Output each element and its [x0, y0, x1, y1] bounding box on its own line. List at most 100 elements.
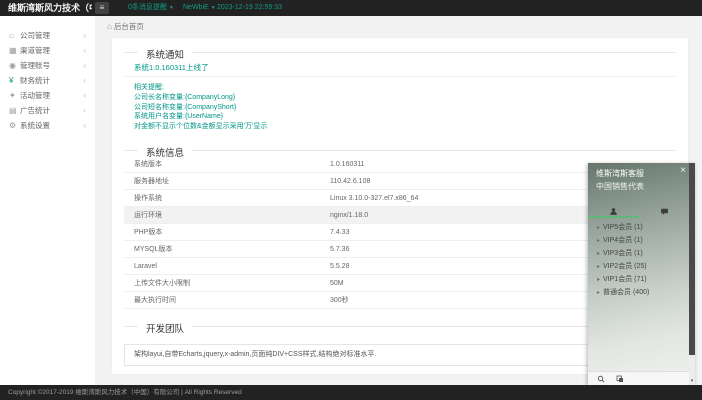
breadcrumb[interactable]: ⌂后台首页 — [107, 21, 144, 32]
active-tab-underline — [588, 216, 639, 218]
sidebar-menu: ⌂公司管理‹ ▦渠道管理‹ ◉管理账号‹ ¥财务统计‹ ✦活动管理‹ ▤广告统计… — [0, 16, 95, 133]
list-item-vip1[interactable]: ▸VIP1会员 (71) — [588, 273, 689, 286]
group-name: VIP2会员 — [603, 263, 632, 270]
row-value: nginx/1.18.0 — [330, 207, 368, 224]
sidebar-item-settings[interactable]: ⚙系统设置 ‹ — [0, 118, 95, 133]
sidebar-item-label: 系统设置 — [20, 121, 50, 130]
tips-title: 相关提醒: — [134, 83, 267, 93]
messages-dropdown[interactable]: 0条消息提醒 ▼ — [128, 0, 174, 16]
skin-icon[interactable] — [616, 375, 624, 383]
sidebar-item-label: 管理账号 — [20, 61, 50, 70]
row-label: 系统版本 — [134, 156, 162, 173]
group-name: VIP5会员 — [603, 224, 632, 231]
group-count: (25) — [634, 263, 646, 270]
expand-arrow-icon: ▸ — [597, 290, 600, 296]
group-count: (400) — [633, 289, 649, 296]
company-icon: ⌂ — [9, 28, 20, 43]
sidebar-item-activity[interactable]: ✦活动管理‹ — [0, 88, 95, 103]
sidebar-item-label: 广告统计 — [20, 106, 50, 115]
caret-down-icon: ▼ — [169, 5, 174, 11]
list-item-normal[interactable]: ▸普通会员 (400) — [588, 286, 689, 299]
chevron-left-icon: ‹ — [83, 28, 86, 43]
expand-arrow-icon: ▸ — [597, 264, 600, 270]
tip-company-long: 公司长名称变量:{CompanyLong} — [134, 93, 267, 103]
messages-label: 0条消息提醒 — [128, 4, 167, 11]
sidebar: ⌂公司管理‹ ▦渠道管理‹ ◉管理账号‹ ¥财务统计‹ ✦活动管理‹ ▤广告统计… — [0, 16, 95, 385]
tip-amount-display: 对金额不显示个位数&金额显示采用'万'显示 — [134, 122, 267, 132]
row-label: PHP版本 — [134, 224, 162, 241]
tip-username-var: 系统用户名变量:{UserName} — [134, 112, 267, 122]
group-count: (1) — [634, 224, 643, 231]
team-note: 架构layui,自带Echarts,jquery,x-admin,页面纯DIV+… — [124, 344, 662, 366]
scroll-down-icon: ▾ — [689, 378, 695, 384]
menu-toggle-button[interactable]: ≡ — [95, 2, 109, 14]
tab-chats[interactable] — [639, 203, 689, 221]
chevron-left-icon: ‹ — [83, 58, 86, 73]
list-item-vip5[interactable]: ▸VIP5会员 (1) — [588, 221, 689, 234]
breadcrumb-label: 后台首页 — [114, 22, 144, 31]
row-value: 1.0.160311 — [330, 156, 365, 173]
group-name: VIP4会员 — [603, 237, 632, 244]
row-label: Laravel — [134, 258, 157, 275]
user-circle-icon: ◉ — [9, 58, 20, 73]
list-item-vip2[interactable]: ▸VIP2会员 (25) — [588, 260, 689, 273]
chevron-left-icon: ‹ — [83, 103, 86, 118]
chat-group-list: ▸VIP5会员 (1) ▸VIP4会员 (1) ▸VIP3会员 (1) ▸VIP… — [588, 221, 689, 299]
expand-arrow-icon: ▸ — [597, 251, 600, 257]
group-count: (1) — [634, 250, 643, 257]
list-item-vip3[interactable]: ▸VIP3会员 (1) — [588, 247, 689, 260]
row-value: 110.42.6.108 — [330, 173, 370, 190]
group-count: (71) — [634, 276, 646, 283]
list-item-vip4[interactable]: ▸VIP4会员 (1) — [588, 234, 689, 247]
chat-tabs — [588, 201, 689, 218]
team-legend: 开发团队 — [138, 321, 192, 335]
footer-bar: Copyright ©2017-2019 维斯湾斯风力技术（中国）有限公司 | … — [0, 385, 702, 400]
chevron-left-icon: ‹ — [83, 118, 86, 133]
row-value: 300秒 — [330, 292, 349, 309]
row-label: 运行环境 — [134, 207, 162, 224]
chevron-left-icon: ‹ — [83, 43, 86, 58]
sidebar-item-label: 公司管理 — [20, 31, 50, 40]
sidebar-item-company[interactable]: ⌂公司管理 ‹ — [0, 28, 95, 43]
row-value: 5.7.36 — [330, 241, 349, 258]
notice-fieldset: 系统通知 — [124, 52, 676, 53]
tab-contacts[interactable] — [588, 203, 638, 221]
expand-arrow-icon: ▸ — [597, 238, 600, 244]
expand-arrow-icon: ▸ — [597, 277, 600, 283]
chat-footer-toolbar — [588, 371, 689, 385]
sidebar-item-label: 活动管理 — [20, 91, 50, 100]
notice-divider — [124, 76, 676, 77]
chat-bubble-icon — [660, 203, 669, 220]
expand-arrow-icon: ▸ — [597, 225, 600, 231]
chevron-left-icon: ‹ — [83, 73, 86, 88]
sidebar-item-label: 财务统计 — [20, 76, 50, 85]
home-icon: ⌂ — [107, 22, 112, 31]
row-value: 5.5.28 — [330, 258, 349, 275]
sidebar-item-accounts[interactable]: ◉管理账号 ‹ — [0, 58, 95, 73]
grid-icon: ▦ — [9, 43, 20, 58]
row-value: Linux 3.10.0-327.el7.x86_64 — [330, 190, 418, 207]
sidebar-item-channel[interactable]: ▦渠道管理 ‹ — [0, 43, 95, 58]
row-label: 操作系统 — [134, 190, 162, 207]
sidebar-item-ads[interactable]: ▤广告统计‹ — [0, 103, 95, 118]
group-name: 普通会员 — [603, 289, 631, 296]
caret-down-icon: ▼ — [211, 5, 216, 11]
row-value: 7.4.33 — [330, 224, 349, 241]
username-label: NeWbiE — [183, 4, 209, 11]
yen-icon: ¥ — [9, 73, 20, 88]
sidebar-item-finance[interactable]: ¥财务统计 ‹ — [0, 73, 95, 88]
row-label: 服务器地址 — [134, 173, 169, 190]
star-icon: ✦ — [9, 88, 20, 103]
scrollbar-thumb[interactable] — [689, 163, 695, 355]
notice-legend: 系统通知 — [138, 47, 192, 61]
gear-icon: ⚙ — [9, 118, 20, 133]
row-label: 上传文件大小限制 — [134, 275, 190, 292]
topbar: 维斯湾斯风力技术（中 ≡ 0条消息提醒 ▼ NeWbiE ▼ 2023-12-1… — [0, 0, 702, 16]
user-dropdown[interactable]: NeWbiE ▼ — [183, 0, 216, 16]
scrollbar-track[interactable]: ▾ — [689, 163, 695, 385]
sidebar-item-label: 渠道管理 — [20, 46, 50, 55]
group-count: (1) — [634, 237, 643, 244]
close-icon[interactable]: × — [680, 165, 686, 176]
sysinfo-fieldset: 系统信息 — [124, 150, 676, 151]
search-icon[interactable] — [597, 375, 605, 383]
